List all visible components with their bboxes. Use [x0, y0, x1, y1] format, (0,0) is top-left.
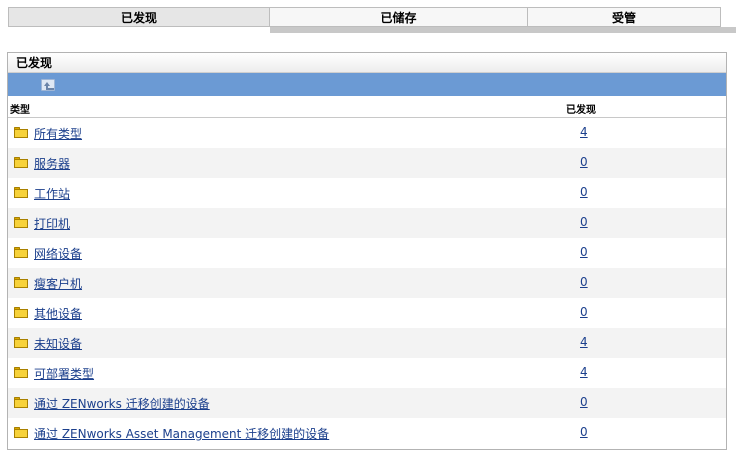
table-row: 瘦客户机 0 [8, 268, 726, 298]
table-header: 类型 已发现 [8, 96, 726, 118]
panel-title: 已发现 [8, 53, 726, 73]
folder-icon[interactable] [14, 247, 28, 258]
column-header-discovered[interactable]: 已发现 [566, 101, 596, 116]
row-count-link[interactable]: 0 [580, 275, 588, 289]
up-folder-icon[interactable] [41, 79, 55, 91]
row-type-link[interactable]: 可部署类型 [34, 365, 94, 382]
row-count-link[interactable]: 4 [580, 335, 588, 349]
row-type-link[interactable]: 未知设备 [34, 335, 82, 352]
tab-stored[interactable]: 已储存 [270, 7, 528, 27]
top-tab-bar: 已发现 已储存 受管 [8, 7, 736, 33]
folder-icon[interactable] [14, 427, 28, 438]
table-row: 通过 ZENworks 迁移创建的设备 0 [8, 388, 726, 418]
table-body: 所有类型 4 服务器 0 工作站 0 打印机 0 网络设备 0 瘦客户机 0 其… [8, 118, 726, 448]
folder-icon[interactable] [14, 157, 28, 168]
row-count-link[interactable]: 0 [580, 425, 588, 439]
discovered-panel: 已发现 类型 已发现 所有类型 4 服务器 0 工作站 0 打印机 0 网络设备… [7, 52, 727, 450]
row-count-link[interactable]: 0 [580, 155, 588, 169]
tab-strip: 已发现 已储存 受管 [8, 7, 736, 27]
panel-toolbar [8, 73, 726, 96]
table-row: 可部署类型 4 [8, 358, 726, 388]
row-type-link[interactable]: 瘦客户机 [34, 275, 82, 292]
column-header-type[interactable]: 类型 [10, 101, 30, 116]
table-row: 服务器 0 [8, 148, 726, 178]
row-count-link[interactable]: 0 [580, 215, 588, 229]
row-type-link[interactable]: 通过 ZENworks Asset Management 迁移创建的设备 [34, 425, 329, 442]
tab-managed[interactable]: 受管 [528, 7, 721, 27]
tab-discovered[interactable]: 已发现 [8, 7, 270, 27]
table-row: 工作站 0 [8, 178, 726, 208]
table-row: 打印机 0 [8, 208, 726, 238]
table-row: 所有类型 4 [8, 118, 726, 148]
row-count-link[interactable]: 4 [580, 365, 588, 379]
folder-icon[interactable] [14, 217, 28, 228]
row-count-link[interactable]: 4 [580, 125, 588, 139]
row-type-link[interactable]: 通过 ZENworks 迁移创建的设备 [34, 395, 210, 412]
folder-icon[interactable] [14, 337, 28, 348]
table-row: 网络设备 0 [8, 238, 726, 268]
table-row: 其他设备 0 [8, 298, 726, 328]
row-count-link[interactable]: 0 [580, 305, 588, 319]
folder-icon[interactable] [14, 367, 28, 378]
row-count-link[interactable]: 0 [580, 185, 588, 199]
row-type-link[interactable]: 其他设备 [34, 305, 82, 322]
row-type-link[interactable]: 所有类型 [34, 125, 82, 142]
folder-icon[interactable] [14, 127, 28, 138]
folder-icon[interactable] [14, 397, 28, 408]
table-row: 通过 ZENworks Asset Management 迁移创建的设备 0 [8, 418, 726, 448]
table-row: 未知设备 4 [8, 328, 726, 358]
folder-icon[interactable] [14, 277, 28, 288]
row-count-link[interactable]: 0 [580, 245, 588, 259]
tab-underline [270, 27, 736, 33]
row-type-link[interactable]: 打印机 [34, 215, 70, 232]
row-type-link[interactable]: 网络设备 [34, 245, 82, 262]
folder-icon[interactable] [14, 307, 28, 318]
row-count-link[interactable]: 0 [580, 395, 588, 409]
row-type-link[interactable]: 服务器 [34, 155, 70, 172]
folder-icon[interactable] [14, 187, 28, 198]
row-type-link[interactable]: 工作站 [34, 185, 70, 202]
